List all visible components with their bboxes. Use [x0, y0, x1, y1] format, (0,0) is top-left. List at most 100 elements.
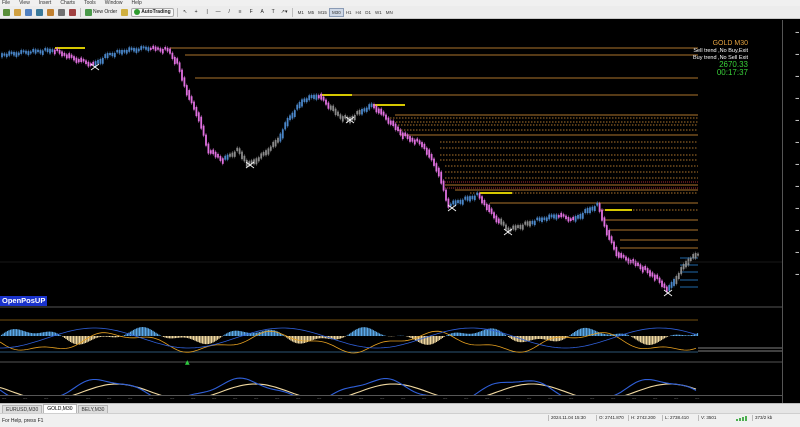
candle-body: [128, 47, 131, 52]
candle-body: [101, 57, 104, 64]
candle-body: [20, 50, 23, 54]
candle-body: [147, 47, 150, 52]
candle-body: [337, 111, 339, 116]
price-axis-tick: ▬: [795, 228, 800, 232]
candle-body: [123, 49, 126, 53]
candle-body: [397, 126, 399, 132]
toolbar-separator: [291, 7, 293, 17]
timeframe-m1[interactable]: M1: [296, 8, 306, 17]
tab-bely[interactable]: BELY,M30: [77, 405, 109, 413]
candle-body: [565, 215, 567, 220]
candle-body: [61, 51, 63, 57]
time-axis-tick: ┄┄: [317, 397, 322, 401]
candle-body: [521, 224, 524, 230]
tester-button[interactable]: [68, 8, 77, 17]
candle-body: [269, 146, 272, 151]
candle-body: [130, 47, 133, 51]
cursor-button[interactable]: ↖: [181, 8, 190, 17]
candle-body: [689, 257, 692, 262]
arrows-button[interactable]: ↗▾: [280, 8, 289, 17]
candle-body: [380, 108, 383, 115]
timeframe-m30[interactable]: M30: [328, 7, 344, 17]
candle-body: [531, 220, 534, 225]
vertical-line-button[interactable]: |: [203, 8, 212, 17]
timeframe-m15[interactable]: M15: [316, 8, 329, 17]
horizontal-line-button[interactable]: —: [214, 8, 223, 17]
timeframe-h1[interactable]: H1: [344, 8, 354, 17]
candle-body: [135, 48, 138, 53]
candle-body: [445, 189, 447, 201]
candle-body: [641, 266, 644, 273]
metaeditor-icon: [121, 8, 129, 16]
label-tool-button[interactable]: T: [269, 8, 278, 17]
cursor-icon: ↖: [183, 9, 188, 15]
timeframe-h4[interactable]: H4: [353, 8, 363, 17]
candle-body: [77, 59, 80, 63]
candle-body: [265, 150, 267, 156]
new-order-icon: [85, 8, 92, 16]
candle-body: [58, 49, 61, 54]
candle-body: [5, 53, 8, 58]
autotrading-button[interactable]: AutoTrading: [131, 7, 174, 17]
candle-body: [303, 98, 306, 102]
data-window-button[interactable]: [35, 8, 44, 17]
candle-body: [485, 203, 488, 211]
text-tool-button[interactable]: A: [258, 8, 267, 17]
candle-body: [99, 58, 102, 64]
candle-body: [478, 193, 481, 199]
symbol-timeframe-label: GOLD M30: [712, 40, 748, 47]
market-watch-button[interactable]: [24, 8, 33, 17]
candle-body: [567, 216, 570, 222]
candle-body: [517, 225, 519, 229]
timeframe-mn[interactable]: MN: [384, 8, 395, 17]
channel-button[interactable]: ≡: [236, 8, 245, 17]
timeframe-d1[interactable]: D1: [363, 8, 373, 17]
candle-body: [44, 48, 47, 51]
tab-gold[interactable]: GOLD,M30: [43, 404, 77, 413]
candle-body: [610, 236, 613, 244]
crosshair-button[interactable]: +: [192, 8, 201, 17]
chart-area[interactable]: ▲: [0, 20, 782, 403]
navigator-button[interactable]: [46, 8, 55, 17]
candle-body: [591, 206, 594, 211]
profiles-button[interactable]: [13, 8, 22, 17]
candle-body: [217, 153, 219, 158]
price-axis-tick: ▬: [795, 118, 800, 122]
buy-arrow-icon: ▲: [185, 359, 190, 366]
candle-body: [536, 217, 539, 221]
fibonacci-button[interactable]: F: [247, 8, 256, 17]
candle-body: [301, 99, 303, 107]
tab-eurusd[interactable]: EURUSD,M30: [2, 405, 43, 413]
new-order-button[interactable]: New Order: [84, 8, 118, 17]
candle-body: [37, 49, 39, 53]
candle-body: [644, 265, 647, 270]
timeframe-w1[interactable]: W1: [373, 8, 384, 17]
candle-body: [140, 46, 143, 50]
toolbar-separator: [80, 7, 81, 17]
candle-body: [543, 217, 546, 221]
time-axis-tick: ┄┄: [695, 397, 700, 401]
candle-body: [87, 61, 90, 67]
candle-body: [418, 140, 421, 145]
time-axis-tick: ┄┄: [590, 397, 595, 401]
candle-body: [8, 51, 11, 56]
candle-timer: 00:17:37: [716, 68, 748, 77]
terminal-button[interactable]: [57, 8, 66, 17]
candle-body: [656, 274, 659, 279]
price-axis-tick: ▬: [795, 162, 800, 166]
trendline-button[interactable]: /: [225, 8, 234, 17]
candle-body: [488, 204, 491, 213]
time-axis-tick: ┄┄: [296, 397, 301, 401]
time-axis[interactable]: ┄┄ ┄┄ ┄┄ ┄┄ ┄┄ ┄┄ ┄┄ ┄┄ ┄┄ ┄┄ ┄┄ ┄┄ ┄┄ ┄┄ ┄┄ ┄┄ ┄┄ ┄┄ ┄┄ ┄┄…: [0, 395, 782, 403]
candle-body: [25, 50, 27, 54]
candle-body: [421, 142, 423, 148]
timeframe-m5[interactable]: M5: [306, 8, 316, 17]
new-chart-button[interactable]: [2, 8, 11, 17]
time-axis-tick: ┄┄: [422, 397, 427, 401]
metaeditor-button[interactable]: [120, 8, 129, 17]
price-axis[interactable]: ▬ ▬ ▬ ▬ ▬ ▬ ▬ ▬ ▬ ▬ ▬ ▬: [782, 20, 800, 403]
toolbar: New Order AutoTrading ↖ + | — / ≡ F A T …: [0, 6, 800, 19]
candle-body: [137, 48, 140, 52]
price-axis-tick: ▬: [795, 272, 800, 276]
candle-body: [629, 260, 632, 264]
